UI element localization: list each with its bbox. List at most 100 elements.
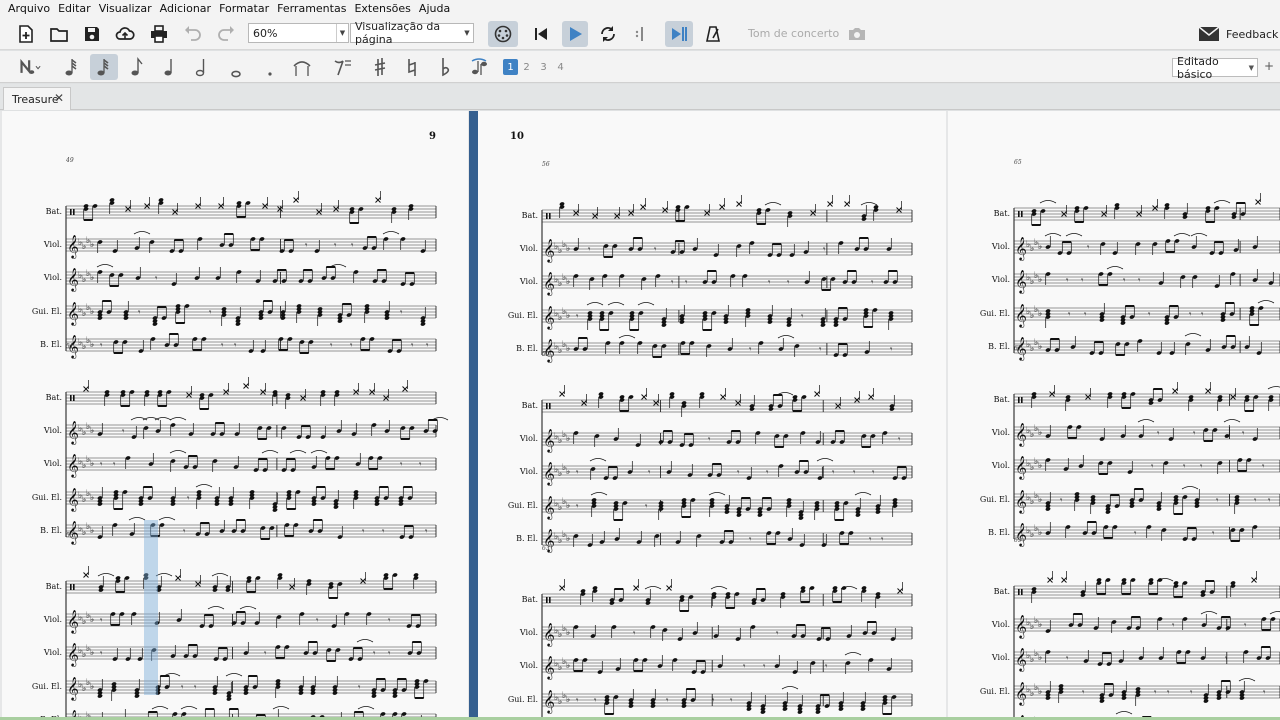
instrument-label[interactable]: B. El. — [498, 344, 538, 353]
tie-button[interactable] — [288, 54, 316, 80]
chevron-down-icon[interactable]: ▼ — [336, 24, 348, 42]
print-button[interactable] — [146, 21, 172, 47]
rewind-button[interactable] — [528, 21, 554, 47]
score-system[interactable]: 𝄞♭♭♭♭𝄾𝄾𝄾𝄞♭♭♭♭𝄾𝄾𝄾𝄾𝄞♭♭♭♭𝄾𝄾𝄾𝄞♭♭♭♭𝄾 — [62, 484, 462, 720]
instrument-label[interactable]: B. El. — [970, 528, 1010, 537]
instrument-label[interactable]: Viol. — [970, 461, 1010, 470]
voice-1-button[interactable]: 1 — [503, 59, 518, 75]
menu-ferramentas[interactable]: Ferramentas — [273, 0, 350, 17]
instrument-label[interactable]: Viol. — [22, 648, 62, 657]
instrument-label[interactable]: Viol. — [22, 426, 62, 435]
instrument-label[interactable]: Viol. — [22, 459, 62, 468]
instrument-label[interactable]: Viol. — [970, 242, 1010, 251]
cloud-save-button[interactable] — [112, 21, 138, 47]
instrument-label[interactable]: Bat. — [970, 395, 1010, 404]
playback-cursor-button[interactable] — [665, 21, 693, 47]
instrument-label[interactable]: Gui. El. — [22, 307, 62, 316]
flat-button[interactable] — [432, 54, 460, 80]
instrument-label[interactable]: Bat. — [498, 595, 538, 604]
instrument-label[interactable]: Gui. El. — [498, 501, 538, 510]
menu-formatar[interactable]: Formatar — [215, 0, 273, 17]
menu-extensoes[interactable]: Extensões — [350, 0, 414, 17]
rest-button[interactable] — [328, 54, 356, 80]
instrument-label[interactable]: Viol. — [970, 653, 1010, 662]
score-view[interactable]: 9 10 𝄞 ♭ ♭ ♭ ♭ 𝄾 𝄾 𝄾 𝄞 ♭ ♭ ♭ ♭ 𝄾 𝄞 ♭ ♭ ♭ ♭ 𝄾 𝄾 𝄾 𝄞 ♭ ♭ ♭ ♭ 𝄾 𝄾 𝄾 𝄾 𝄾 𝄾 𝄾 4… — [0, 111, 1280, 720]
feedback-button[interactable]: Feedback — [1198, 24, 1278, 44]
instrument-label[interactable]: Viol. — [498, 467, 538, 476]
instrument-label[interactable]: Viol. — [498, 434, 538, 443]
tab-treasure[interactable]: Treasure ✕ — [3, 87, 71, 110]
view-mode-combo[interactable]: Visualização da página ▼ — [350, 20, 474, 46]
instrument-label[interactable]: B. El. — [970, 342, 1010, 351]
voice-3-button[interactable]: 3 — [536, 59, 551, 75]
note-input-mode-button[interactable] — [10, 54, 50, 80]
workspace-combo[interactable]: Editado básico ▼ — [1172, 55, 1258, 81]
duration-half-button[interactable] — [188, 54, 216, 80]
play-button[interactable] — [562, 21, 588, 47]
voice-2-button[interactable]: 2 — [519, 59, 534, 75]
instrument-label[interactable]: Viol. — [498, 244, 538, 253]
undo-button[interactable] — [180, 21, 206, 47]
instrument-label[interactable]: Bat. — [970, 209, 1010, 218]
save-button[interactable] — [79, 21, 105, 47]
loop-button[interactable] — [595, 21, 621, 47]
duration-quarter-button[interactable] — [156, 54, 184, 80]
menu-editar[interactable]: Editar — [54, 0, 95, 17]
menu-arquivo[interactable]: Arquivo — [4, 0, 54, 17]
instrument-label[interactable]: Viol. — [970, 275, 1010, 284]
svg-text:𝄾: 𝄾 — [576, 696, 579, 706]
redo-button[interactable] — [213, 21, 239, 47]
duration-whole-button[interactable] — [222, 54, 250, 80]
image-capture-button[interactable] — [843, 21, 871, 47]
instrument-label[interactable]: Viol. — [22, 273, 62, 282]
flip-direction-button[interactable] — [466, 54, 494, 80]
instrument-label[interactable]: Viol. — [498, 277, 538, 286]
augmentation-dot-button[interactable] — [256, 54, 284, 80]
instrument-label[interactable]: Viol. — [498, 661, 538, 670]
instrument-label[interactable]: Viol. — [22, 615, 62, 624]
open-file-button[interactable] — [46, 21, 72, 47]
duration-16th-button[interactable] — [124, 54, 152, 80]
mixer-button[interactable] — [488, 21, 518, 47]
natural-button[interactable] — [398, 54, 426, 80]
zoom-combo[interactable]: 60% ▼ — [248, 23, 349, 43]
instrument-label[interactable]: B. El. — [22, 340, 62, 349]
menu-visualizar[interactable]: Visualizar — [95, 0, 156, 17]
instrument-label[interactable]: Viol. — [970, 620, 1010, 629]
instrument-label[interactable]: Gui. El. — [970, 687, 1010, 696]
instrument-label[interactable]: Viol. — [498, 628, 538, 637]
instrument-label[interactable]: Gui. El. — [970, 495, 1010, 504]
sharp-button[interactable] — [366, 54, 394, 80]
menu-ajuda[interactable]: Ajuda — [415, 0, 454, 17]
instrument-label[interactable]: Gui. El. — [970, 309, 1010, 318]
svg-text:𝄾: 𝄾 — [853, 468, 856, 478]
close-icon[interactable]: ✕ — [54, 91, 64, 105]
instrument-label[interactable]: Viol. — [22, 240, 62, 249]
duration-64th-button[interactable] — [58, 54, 86, 80]
metronome-button[interactable] — [700, 21, 726, 47]
flat-icon — [442, 58, 450, 77]
concert-pitch-toggle[interactable]: Tom de concerto — [748, 27, 839, 40]
add-toolbar-icon[interactable]: + — [1264, 59, 1274, 73]
duration-32nd-button[interactable] — [90, 54, 118, 80]
instrument-label[interactable]: Bat. — [970, 587, 1010, 596]
menu-adicionar[interactable]: Adicionar — [156, 0, 215, 17]
instrument-label[interactable]: Bat. — [22, 582, 62, 591]
instrument-label[interactable]: Gui. El. — [22, 682, 62, 691]
instrument-label[interactable]: Bat. — [22, 393, 62, 402]
score-system[interactable]: 𝄞♭♭♭♭𝄾𝄾𝄞♭♭♭♭𝄾𝄾𝄾𝄞♭♭♭♭𝄾𝄾𝄾𝄾𝄾𝄞♭♭♭♭𝄾𝄾𝄾𝄾 — [538, 497, 938, 720]
new-file-button[interactable] — [13, 21, 39, 47]
instrument-label[interactable]: Bat. — [498, 211, 538, 220]
instrument-label[interactable]: B. El. — [22, 526, 62, 535]
instrument-label[interactable]: Gui. El. — [22, 493, 62, 502]
loop-in-button[interactable] — [630, 21, 650, 47]
instrument-label[interactable]: Gui. El. — [498, 311, 538, 320]
instrument-label[interactable]: Bat. — [498, 401, 538, 410]
instrument-label[interactable]: Viol. — [970, 428, 1010, 437]
instrument-label[interactable]: Bat. — [22, 207, 62, 216]
selection-range[interactable] — [144, 520, 158, 695]
instrument-label[interactable]: Gui. El. — [498, 695, 538, 704]
voice-4-button[interactable]: 4 — [553, 59, 568, 75]
instrument-label[interactable]: B. El. — [498, 534, 538, 543]
score-system[interactable]: 𝄞♭♭♭♭𝄾𝄾𝄞♭♭♭♭𝄾𝄾𝄞♭♭♭♭𝄾𝄾𝄾𝄾𝄾𝄞♭♭♭♭𝄾𝄾𝄾𝄾 — [1010, 489, 1280, 720]
